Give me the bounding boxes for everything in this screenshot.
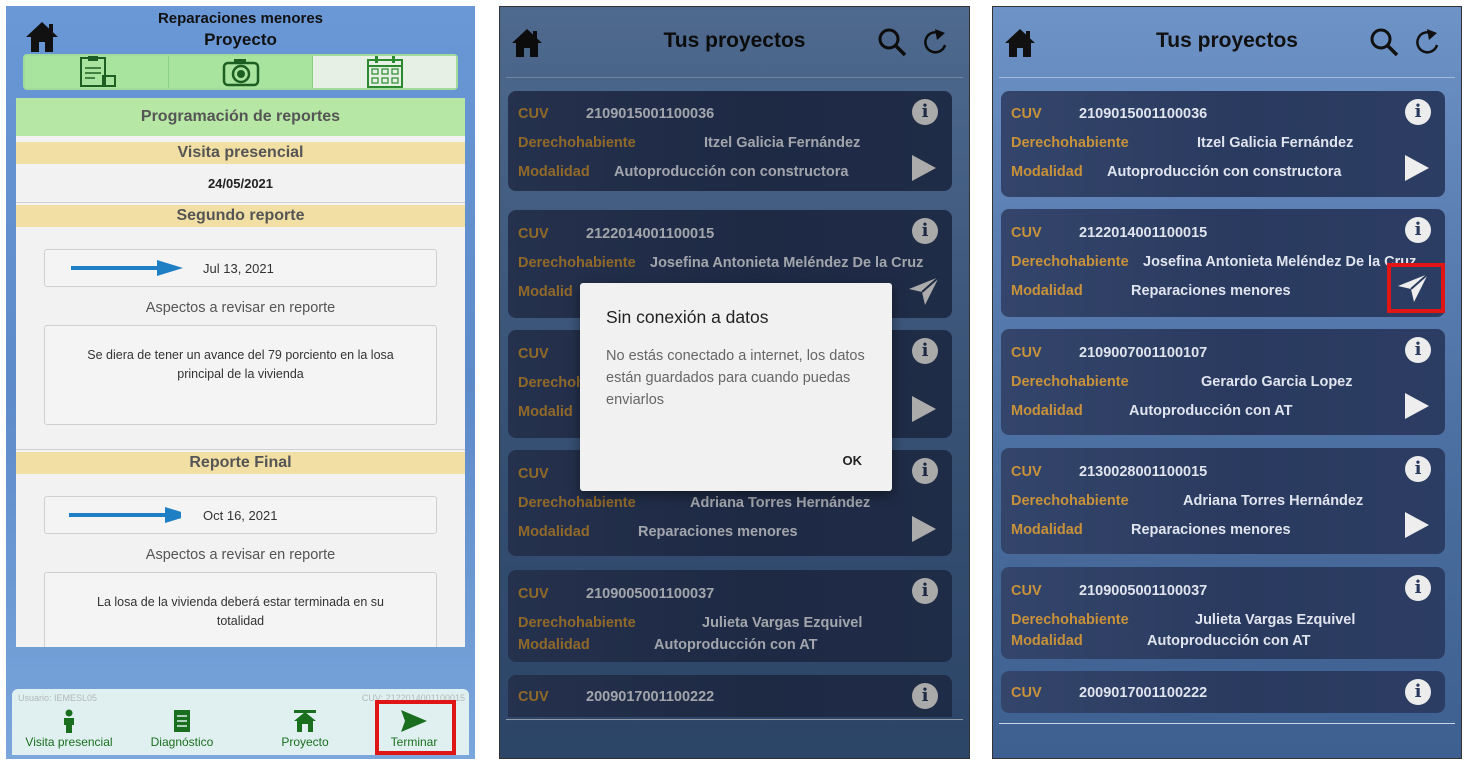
- dialog-ok-button[interactable]: OK: [843, 453, 863, 468]
- camera-icon: [222, 59, 259, 87]
- cuv-label: CUV: [1011, 583, 1042, 599]
- cuv-label: CUV: [1011, 225, 1042, 241]
- derecho-value: Itzel Galicia Fernández: [1197, 135, 1354, 151]
- tab-photos[interactable]: [169, 56, 313, 88]
- project-card[interactable]: CUV 2109007001100107 Derechohabiente Gerar…: [1001, 329, 1445, 435]
- project-type-title: Reparaciones menores: [157, 10, 324, 27]
- dialog-message: No estás conectado a internet, los datos…: [606, 348, 865, 408]
- derecho-label: Derechohabiente: [1011, 374, 1129, 390]
- modalidad-value: Autoproducción con constructora: [1107, 164, 1342, 180]
- person-icon: [64, 709, 74, 733]
- project-detail-screen: Reparaciones menores Proyecto Programaci…: [6, 6, 475, 759]
- visita-header: Visita presencial: [16, 142, 465, 164]
- send-highlight: [1387, 263, 1445, 313]
- derecho-value: Adriana Torres Hernández: [1183, 493, 1364, 509]
- schedule-section-title: Programación de reportes: [16, 98, 465, 136]
- modalidad-label: Modalidad: [1011, 403, 1083, 419]
- calendar-icon: [366, 56, 403, 88]
- section-tabs: [23, 54, 458, 90]
- tab-schedule[interactable]: [313, 56, 456, 88]
- modalidad-value: Autoproducción con AT: [1129, 403, 1293, 419]
- derecho-label: Derechohabiente: [1011, 254, 1129, 270]
- final-date-picker[interactable]: Oct 16, 2021: [44, 496, 437, 534]
- cuv-value: 2109015001100036: [1079, 106, 1208, 122]
- screen-title: Proyecto: [204, 30, 277, 49]
- report-schedule-card: Programación de reportes Visita presenci…: [16, 98, 465, 647]
- final-header: Reporte Final: [16, 452, 465, 474]
- play-icon[interactable]: [1405, 393, 1429, 419]
- cuv-value: 2122014001100015: [1079, 225, 1208, 241]
- clipboard-icon: [79, 56, 116, 87]
- final-date-value: Oct 16, 2021: [203, 507, 278, 523]
- dialog-title: Sin conexión a datos: [606, 307, 769, 327]
- derecho-value: Julieta Vargas Ezquivel: [1195, 612, 1356, 628]
- projects-list-offline-screen: Tus proyectos CUV 2109015001100036 Derech…: [499, 6, 970, 759]
- derecho-value: Josefina Antonieta Meléndez De la Cruz: [1143, 254, 1417, 270]
- derecho-label: Derechohabiente: [1011, 135, 1129, 151]
- modalidad-label: Modalidad: [1011, 522, 1083, 538]
- modalidad-value: Autoproducción con AT: [1147, 633, 1311, 649]
- segundo-aspect-label: Aspectos a revisar en reporte: [145, 300, 336, 316]
- nav-diagnostico[interactable]: Diagnóstico: [127, 705, 237, 749]
- final-aspect-label: Aspectos a revisar en reporte: [145, 547, 336, 563]
- refresh-icon[interactable]: [1413, 27, 1441, 57]
- segundo-header: Segundo reporte: [16, 205, 465, 227]
- nav-visita-label: Visita presencial: [25, 735, 113, 749]
- cuv-value: 2109007001100107: [1079, 345, 1208, 361]
- house-tools-icon: [294, 710, 316, 732]
- cuv-label: CUV: [1011, 106, 1042, 122]
- cuv-value: 2130028001100015: [1079, 464, 1208, 480]
- segundo-date-value: Jul 13, 2021: [203, 260, 274, 276]
- cuv-value: 2009017001100222: [1079, 685, 1208, 701]
- terminar-highlight: [375, 700, 456, 755]
- derecho-label: Derechohabiente: [1011, 612, 1129, 628]
- visita-date: 24/05/2021: [207, 175, 274, 191]
- modalidad-value: Reparaciones menores: [1131, 522, 1291, 538]
- project-card[interactable]: CUV 2130028001100015 Derechohabiente Adria…: [1001, 448, 1445, 554]
- nav-diagnostico-label: Diagnóstico: [150, 735, 214, 749]
- nav-visita[interactable]: Visita presencial: [14, 705, 124, 749]
- search-icon[interactable]: [1369, 27, 1399, 57]
- final-aspect-text[interactable]: La losa de la vivienda deberá estar term…: [44, 572, 437, 647]
- projects-list-screen: Tus proyectos CUV 2109015001100036 Derech…: [992, 6, 1462, 759]
- tab-checklist[interactable]: [25, 56, 169, 88]
- project-card[interactable]: CUV 2009017001100222 i: [1001, 671, 1445, 713]
- modalidad-label: Modalidad: [1011, 283, 1083, 299]
- info-icon[interactable]: i: [1405, 679, 1431, 705]
- modalidad-label: Modalidad: [1011, 633, 1083, 649]
- play-icon[interactable]: [1405, 512, 1429, 538]
- project-card[interactable]: CUV 2109005001100037 Derechohabiente Julie…: [1001, 567, 1445, 659]
- info-icon[interactable]: i: [1405, 217, 1431, 243]
- offline-dialog: Sin conexión a datos No estás conectado …: [580, 283, 892, 491]
- nav-proyecto[interactable]: Proyecto: [250, 705, 360, 749]
- segundo-aspect-text[interactable]: Se diera de tener un avance del 79 porci…: [44, 325, 437, 425]
- info-icon[interactable]: i: [1405, 575, 1431, 601]
- app-header: Tus proyectos: [993, 7, 1461, 77]
- cuv-label: CUV: [1011, 345, 1042, 361]
- nav-proyecto-label: Proyecto: [281, 735, 329, 749]
- info-icon[interactable]: i: [1405, 456, 1431, 482]
- list-bottom-divider: [999, 723, 1455, 724]
- modalidad-value: Reparaciones menores: [1131, 283, 1291, 299]
- cuv-label: CUV: [1011, 685, 1042, 701]
- cuv-value: 2109005001100037: [1079, 583, 1208, 599]
- arrow-right-icon: [69, 507, 181, 523]
- info-icon[interactable]: i: [1405, 337, 1431, 363]
- project-card[interactable]: CUV 2109015001100036 Derechohabiente Itzel…: [1001, 91, 1445, 197]
- arrow-right-icon: [71, 260, 183, 276]
- segundo-date-picker[interactable]: Jul 13, 2021: [44, 249, 437, 287]
- user-label: Usuario: IEMESL05: [18, 693, 98, 703]
- modalidad-label: Modalidad: [1011, 164, 1083, 180]
- info-icon[interactable]: i: [1405, 99, 1431, 125]
- play-icon[interactable]: [1405, 155, 1429, 181]
- project-card[interactable]: CUV 2122014001100015 Derechohabiente Josef…: [1001, 209, 1445, 317]
- derecho-value: Gerardo Garcia Lopez: [1201, 374, 1353, 390]
- derecho-label: Derechohabiente: [1011, 493, 1129, 509]
- document-icon: [174, 710, 190, 732]
- header-divider: [999, 77, 1455, 78]
- cuv-label: CUV: [1011, 464, 1042, 480]
